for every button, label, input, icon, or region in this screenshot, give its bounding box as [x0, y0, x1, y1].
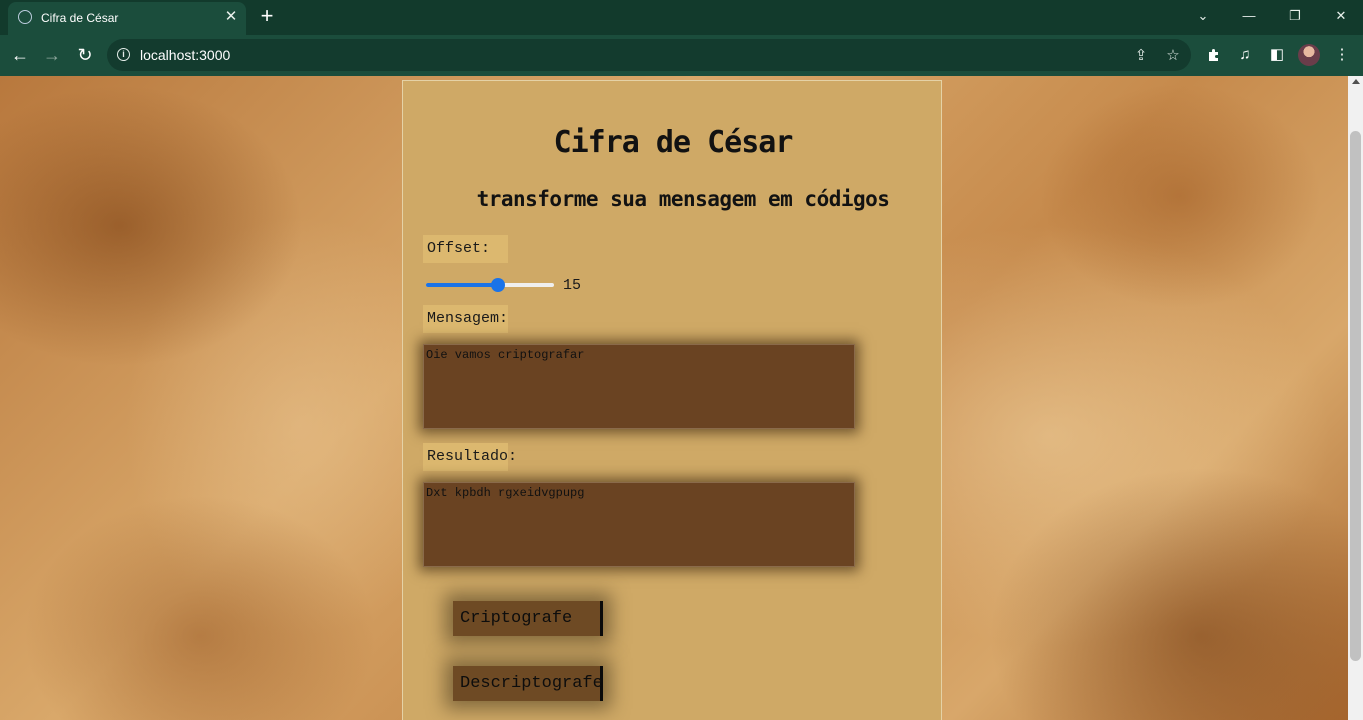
- reload-button[interactable]: ↻: [73, 43, 97, 67]
- side-panel-icon[interactable]: ◧: [1265, 43, 1289, 67]
- offset-label: Offset:: [423, 235, 508, 263]
- slider-fill: [426, 283, 498, 287]
- encrypt-button[interactable]: Criptografe: [453, 601, 603, 636]
- page-viewport: Cifra de César transforme sua mensagem e…: [0, 76, 1348, 720]
- menu-kebab-icon[interactable]: ⋮: [1330, 43, 1354, 67]
- message-label: Mensagem:: [423, 305, 508, 333]
- scroll-up-arrow-icon[interactable]: [1352, 79, 1360, 84]
- scrollbar-thumb[interactable]: [1350, 131, 1361, 661]
- tab-title: Cifra de César: [41, 11, 119, 25]
- message-textarea[interactable]: Oie vamos criptografar: [423, 344, 855, 429]
- page-scrollbar[interactable]: [1348, 76, 1363, 720]
- tab-strip: Cifra de César ✕ + ⌄ — ❐ ✕: [0, 0, 1363, 35]
- url-text[interactable]: localhost:3000: [140, 47, 230, 63]
- close-tab-icon[interactable]: ✕: [222, 8, 240, 26]
- forward-button[interactable]: →: [40, 43, 64, 67]
- result-label: Resultado:: [423, 443, 517, 471]
- minimize-button[interactable]: —: [1235, 5, 1263, 27]
- profile-avatar[interactable]: [1298, 44, 1320, 66]
- bookmark-star-icon[interactable]: ☆: [1163, 46, 1183, 66]
- cipher-panel: Cifra de César transforme sua mensagem e…: [402, 80, 942, 720]
- tab-search-icon[interactable]: ⌄: [1189, 5, 1217, 27]
- slider-thumb[interactable]: [490, 278, 505, 292]
- share-icon[interactable]: ⇪: [1131, 46, 1151, 66]
- new-tab-button[interactable]: +: [256, 5, 278, 27]
- back-button[interactable]: ←: [8, 43, 32, 67]
- result-textarea[interactable]: Dxt kpbdh rgxeidvgpupg: [423, 482, 855, 567]
- browser-toolbar: ← → ↻ i localhost:3000 ⇪ ☆ ♫ ◧ ⋮: [0, 35, 1363, 76]
- globe-icon: [18, 10, 32, 24]
- page-title: Cifra de César: [553, 125, 794, 160]
- offset-value: 15: [563, 277, 582, 294]
- decrypt-button[interactable]: Descriptografe: [453, 666, 603, 701]
- address-bar[interactable]: i localhost:3000 ⇪ ☆: [107, 39, 1191, 71]
- browser-tab[interactable]: Cifra de César ✕: [8, 2, 246, 35]
- page-subtitle: transforme sua mensagem em códigos: [476, 187, 890, 211]
- site-info-icon[interactable]: i: [117, 48, 130, 61]
- offset-slider[interactable]: [426, 278, 554, 292]
- restore-button[interactable]: ❐: [1281, 5, 1309, 27]
- window-close-button[interactable]: ✕: [1327, 5, 1355, 27]
- media-control-icon[interactable]: ♫: [1233, 43, 1257, 67]
- extensions-puzzle-icon[interactable]: [1202, 43, 1226, 67]
